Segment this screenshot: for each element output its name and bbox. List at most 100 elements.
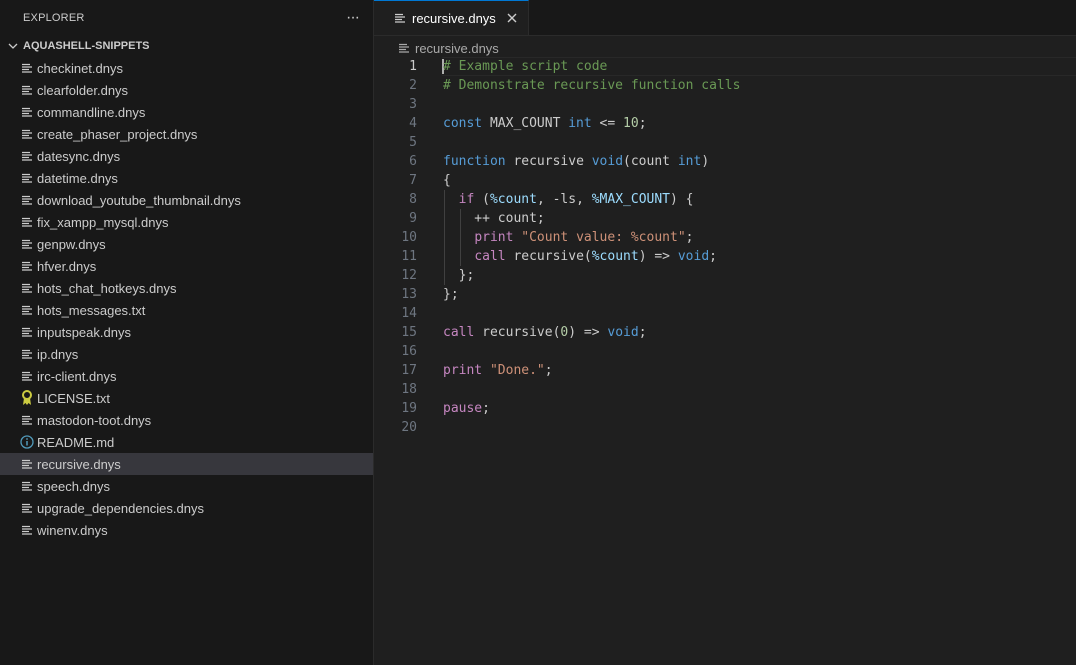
code-token: void [677,249,710,264]
code-token: ; [638,116,647,131]
code-line[interactable]: 3 [374,95,1076,114]
code-token: ; [544,363,553,378]
file-item[interactable]: winenv.dnys [0,519,373,541]
code-line[interactable]: 6 function recursive void(count int) [374,152,1076,171]
code-line[interactable]: 14 [374,304,1076,323]
code-line[interactable]: 11 call recursive(%count) => void; [374,247,1076,266]
line-text: ++ count; [443,209,545,228]
file-item[interactable]: hots_messages.txt [0,299,373,321]
file-item[interactable]: inputspeak.dnys [0,321,373,343]
code-line[interactable]: 16 [374,342,1076,361]
file-item[interactable]: irc-client.dnys [0,365,373,387]
line-text: call recursive(0) => void; [443,323,647,342]
file-list: checkinet.dnys clearfolder.dnys commandlin… [0,57,373,541]
file-item[interactable]: speech.dnys [0,475,373,497]
explorer-header: EXPLORER ··· [0,0,373,36]
file-item[interactable]: datesync.dnys [0,145,373,167]
explorer-title: EXPLORER [23,12,85,24]
lines-file-icon [19,60,35,76]
chevron-down-icon[interactable] [6,39,20,53]
file-item[interactable]: hots_chat_hotkeys.dnys [0,277,373,299]
file-name: speech.dnys [37,478,110,494]
more-actions-icon[interactable]: ··· [346,9,360,27]
code-line[interactable]: 10 print "Count value: %count"; [374,228,1076,247]
line-text: call recursive(%count) => void; [443,247,717,266]
code-token: int [568,116,592,131]
code-token: , -ls, [536,192,592,207]
code-token: void [607,325,639,340]
line-number: 10 [401,230,417,245]
line-number: 19 [401,401,417,416]
code-token: "Done." [489,363,545,378]
code-line[interactable]: 7{ [374,171,1076,190]
file-name: create_phaser_project.dnys [37,126,198,142]
code-line[interactable]: 8 if (%count, -ls, %MAX_COUNT) { [374,190,1076,209]
file-item[interactable]: ip.dnys [0,343,373,365]
indent-guide [460,209,461,266]
file-item[interactable]: checkinet.dnys [0,57,373,79]
lines-file-icon [19,192,35,208]
code-line[interactable]: 4 const MAX_COUNT int <= 10; [374,114,1076,133]
file-item[interactable]: commandline.dnys [0,101,373,123]
file-item[interactable]: README.md [0,431,373,453]
file-item[interactable]: LICENSE.txt [0,387,373,409]
line-text: function recursive void(count int) [443,152,709,171]
lines-file-icon [19,104,35,120]
code-line[interactable]: 2 # Demonstrate recursive function calls [374,76,1076,95]
code-line[interactable]: 9 ++ count; [374,209,1076,228]
file-item[interactable]: upgrade_dependencies.dnys [0,497,373,519]
code-line[interactable]: 18 [374,380,1076,399]
line-text: print "Done."; [443,361,553,380]
lines-file-icon [19,148,35,164]
code-line[interactable]: 19 pause; [374,399,1076,418]
code-line[interactable]: 13}; [374,285,1076,304]
file-item[interactable]: genpw.dnys [0,233,373,255]
code-line[interactable]: 15 call recursive(0) => void; [374,323,1076,342]
code-token: MAX_COUNT [482,116,569,131]
file-item[interactable]: recursive.dnys [0,453,373,475]
line-number: 11 [401,249,417,264]
lines-file-icon [19,324,35,340]
folder-header[interactable]: AQUASHELL-SNIPPETS [0,35,373,57]
code-token: ; [450,287,459,302]
editor-area: recursive.dnys recursive.dnys 1 # Example… [374,0,1076,665]
line-text: const MAX_COUNT int <= 10; [443,114,647,133]
tab-recursive[interactable]: recursive.dnys [374,0,529,35]
code-line[interactable]: 5 [374,133,1076,152]
code-token: ; [466,268,475,283]
line-number: 2 [409,78,417,93]
file-name: fix_xampp_mysql.dnys [37,214,169,230]
file-item[interactable]: mastodon-toot.dnys [0,409,373,431]
line-number: 17 [401,363,417,378]
file-item[interactable]: datetime.dnys [0,167,373,189]
code-token: => [576,325,608,340]
code-token: void [591,154,624,169]
code-token: ++ count; [443,211,545,226]
line-number: 6 [409,154,417,169]
file-name: mastodon-toot.dnys [37,412,152,428]
code-line[interactable]: 20 [374,418,1076,437]
line-text: print "Count value: %count"; [443,228,693,247]
file-item[interactable]: download_youtube_thumbnail.dnys [0,189,373,211]
code-token: int [677,154,702,169]
file-item[interactable]: clearfolder.dnys [0,79,373,101]
lines-file-icon [19,346,35,362]
breadcrumb[interactable]: recursive.dnys [374,37,1076,59]
code-token: %count [489,192,537,207]
line-number: 16 [401,344,417,359]
close-icon[interactable] [504,10,520,26]
file-name: README.md [37,434,115,450]
lines-file-icon [19,82,35,98]
file-item[interactable]: fix_xampp_mysql.dnys [0,211,373,233]
code-line[interactable]: 12 }; [374,266,1076,285]
line-text: }; [443,266,475,285]
code-line[interactable]: 17 print "Done."; [374,361,1076,380]
file-name: recursive.dnys [37,456,121,472]
lines-file-icon [19,500,35,516]
file-item[interactable]: create_phaser_project.dnys [0,123,373,145]
code-line[interactable]: 1 # Example script code [374,57,1076,76]
code-editor[interactable]: 1 # Example script code 2 # Demonstrate rec… [374,57,1076,437]
file-item[interactable]: hfver.dnys [0,255,373,277]
